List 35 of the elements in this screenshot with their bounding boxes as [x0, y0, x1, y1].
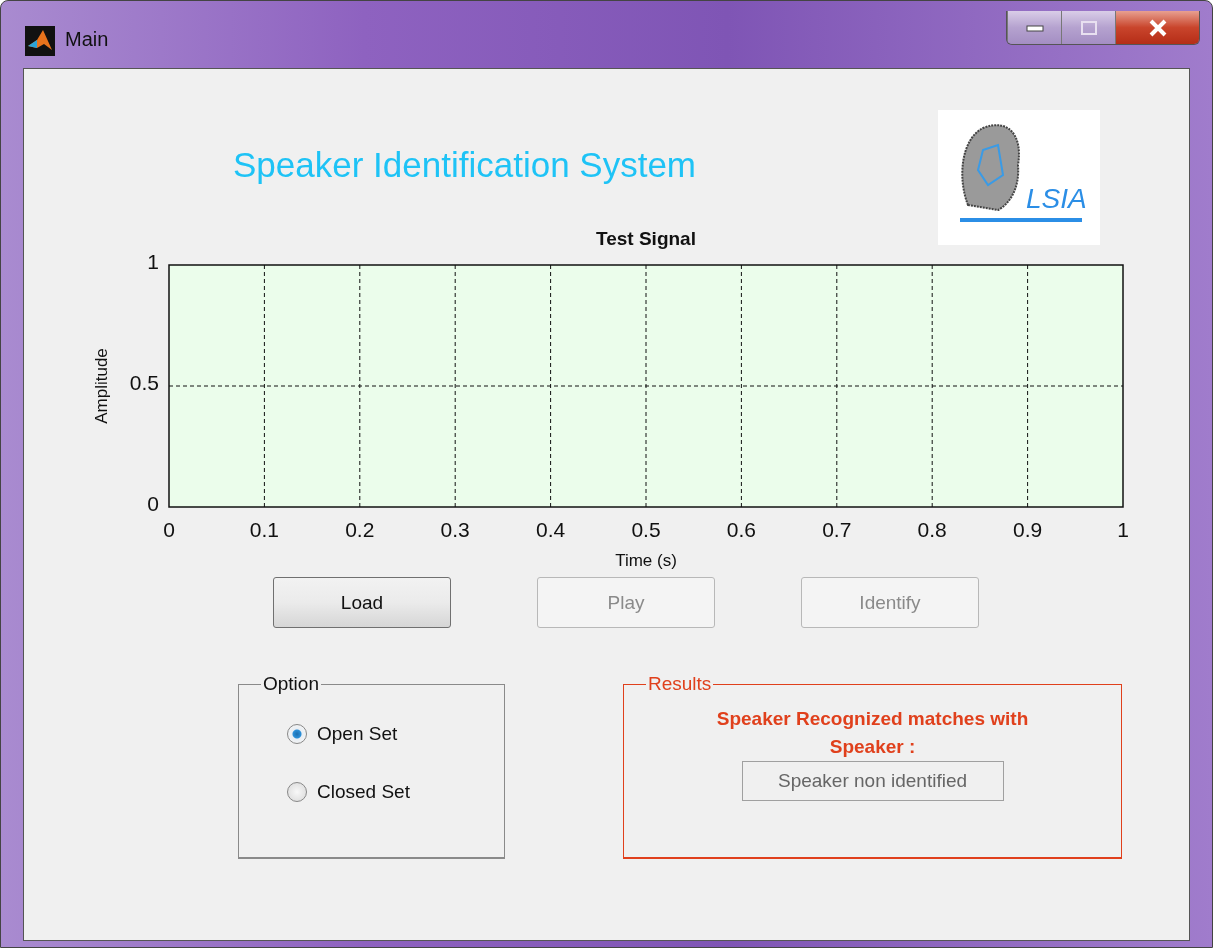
maximize-button[interactable] — [1061, 11, 1115, 44]
window-title: Main — [65, 28, 109, 51]
group-title: Option — [262, 673, 320, 695]
minimize-button[interactable] — [1007, 11, 1061, 44]
group-title: Results — [647, 673, 713, 695]
x-tick-label: 0 — [163, 518, 175, 541]
close-button[interactable] — [1115, 11, 1199, 44]
x-tick-label: 0.9 — [1013, 518, 1043, 541]
x-tick-label: 0.5 — [631, 518, 661, 541]
x-tick-label: 1 — [1117, 518, 1129, 541]
x-tick-label: 0.1 — [249, 518, 279, 541]
x-tick-label: 0.8 — [917, 518, 947, 541]
x-tick-label: 0.6 — [726, 518, 756, 541]
x-tick-label: 0.2 — [345, 518, 375, 541]
x-axis-label: Time (s) — [615, 551, 677, 570]
y-tick-label: 0.5 — [129, 371, 159, 394]
peak-surface-icon — [25, 26, 55, 56]
chart-title: Test Signal — [596, 228, 696, 249]
x-tick-label: 0.7 — [822, 518, 852, 541]
result-message: Speaker Recognized matches with Speaker : — [715, 707, 1030, 759]
radio-button[interactable] — [287, 724, 307, 744]
result-field: Speaker non identified — [741, 761, 1004, 801]
push-button[interactable]: Load — [273, 577, 451, 628]
minimize-icon — [1025, 23, 1044, 32]
radio-label[interactable]: Closed Set — [317, 781, 410, 803]
logo: LSIA — [938, 110, 1100, 245]
x-tick-label: 0.4 — [536, 518, 566, 541]
radio-button[interactable] — [287, 782, 307, 802]
maximize-icon — [1079, 19, 1098, 36]
radio-label[interactable]: Open Set — [317, 723, 398, 745]
y-axis-label: Amplitude — [92, 348, 111, 424]
y-tick-label: 1 — [147, 250, 159, 273]
x-tick-label: 0.3 — [440, 518, 470, 541]
app-title: Speaker Identification System — [233, 145, 696, 185]
y-tick-label: 0 — [147, 492, 159, 515]
